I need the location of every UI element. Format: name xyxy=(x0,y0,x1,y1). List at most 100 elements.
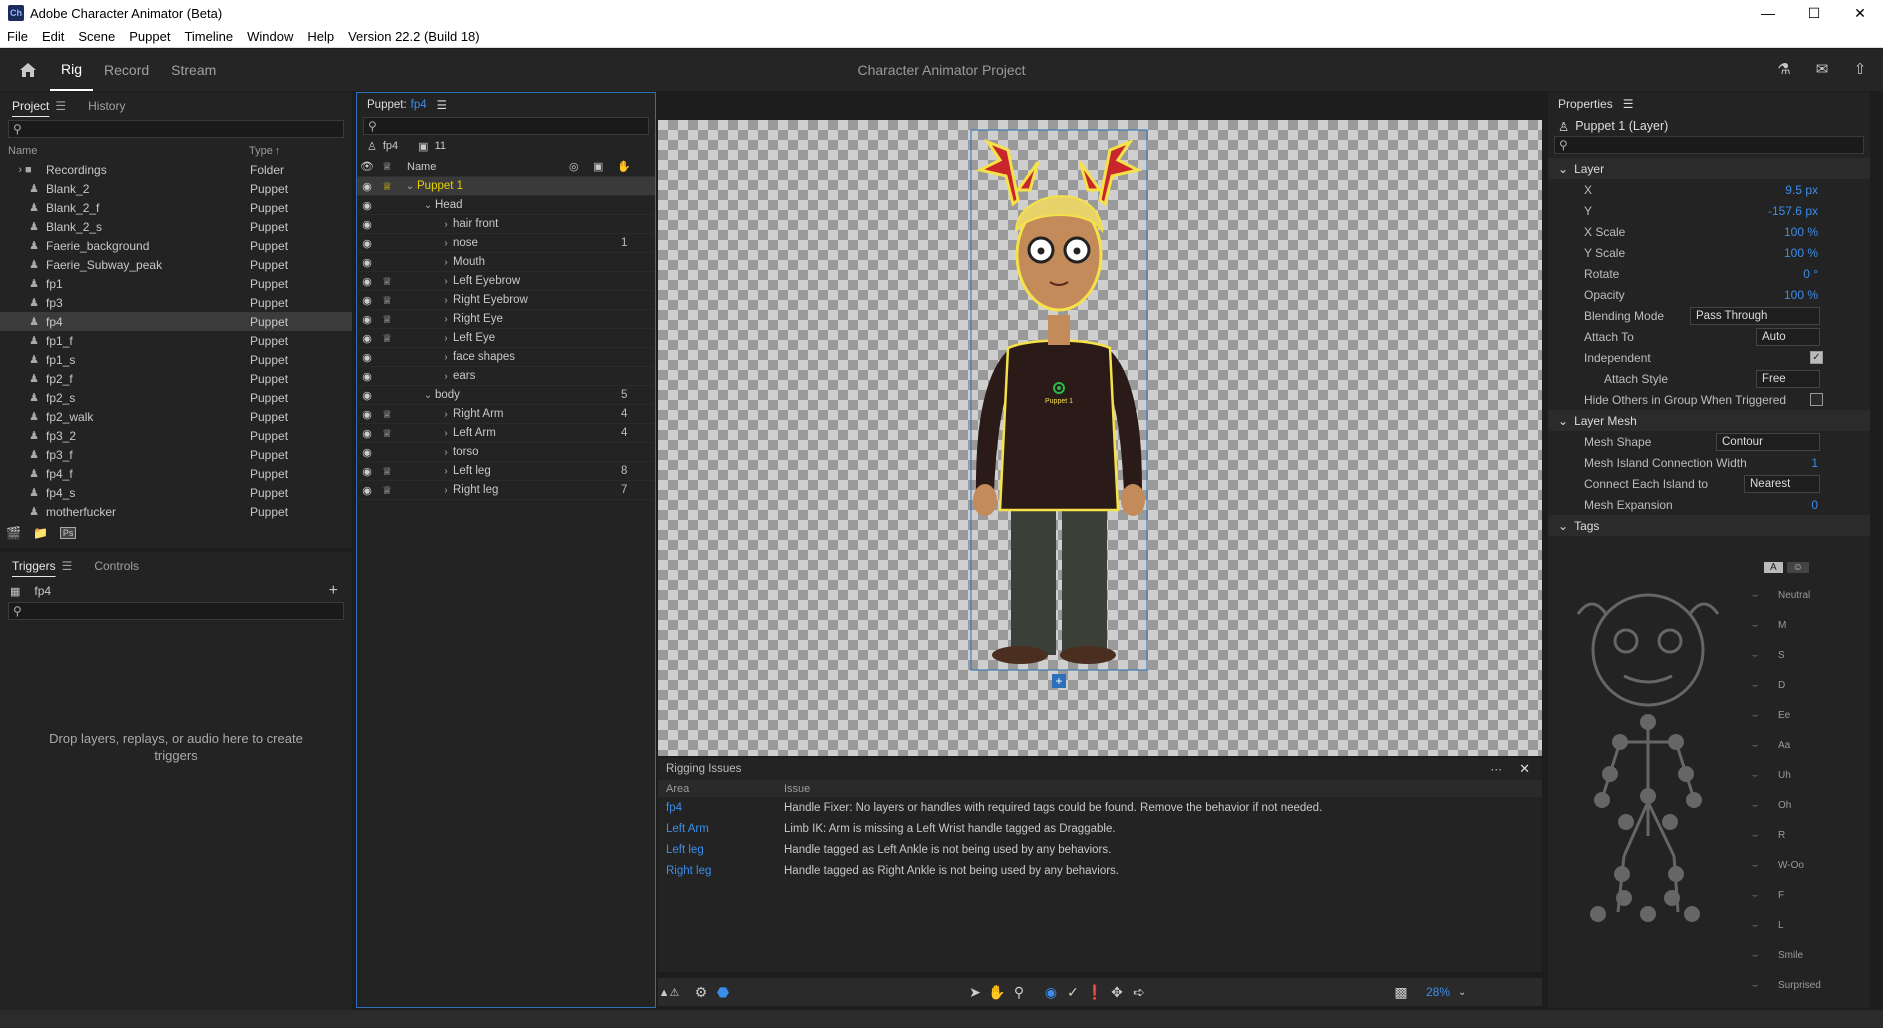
list-item[interactable]: ♟ Blank_2_s Puppet xyxy=(0,217,352,236)
list-item[interactable]: ♟ fp1_f Puppet xyxy=(0,331,352,350)
chevron-right-icon[interactable]: › xyxy=(439,485,453,496)
section-tags[interactable]: ⌄ Tags xyxy=(1548,515,1870,536)
mesh-shape-select[interactable]: Contour xyxy=(1716,433,1820,451)
eye-icon[interactable]: ◉ xyxy=(357,484,377,497)
chevron-right-icon[interactable]: › xyxy=(439,295,453,306)
tag-item[interactable]: ⌣ L xyxy=(1742,920,1784,931)
menu-icon[interactable]: ☰ xyxy=(1623,97,1634,111)
list-item[interactable]: ♟ fp3 Puppet xyxy=(0,293,352,312)
connect-select[interactable]: Nearest xyxy=(1744,475,1820,493)
menu-timeline[interactable]: Timeline xyxy=(177,29,240,44)
eye-icon[interactable]: ◉ xyxy=(357,218,377,231)
crown-icon[interactable]: ♕ xyxy=(377,275,397,288)
eye-icon[interactable]: ◉ xyxy=(357,199,377,212)
menu-help[interactable]: Help xyxy=(300,29,341,44)
tag-item[interactable]: ⌣ F xyxy=(1742,890,1784,901)
blending-mode-select[interactable]: Pass Through xyxy=(1690,307,1820,325)
photoshop-icon[interactable]: Ps xyxy=(59,527,77,539)
eye-icon[interactable]: ◉ xyxy=(357,294,377,307)
puppet-panel-name[interactable]: fp4 xyxy=(411,99,427,111)
prop-y-value[interactable]: -157.6 px xyxy=(1768,204,1818,218)
menu-file[interactable]: File xyxy=(0,29,35,44)
list-item[interactable]: ♟ fp1_s Puppet xyxy=(0,350,352,369)
layer-row[interactable]: ◉ ♕ › Right Arm 4 xyxy=(357,405,655,424)
layer-row[interactable]: ◉ › torso xyxy=(357,443,655,462)
eye-icon[interactable]: ◉ xyxy=(357,275,377,288)
puppet-search-input[interactable]: ⚲ xyxy=(363,117,649,135)
select-tool-icon[interactable]: ➤ xyxy=(964,984,986,1001)
tab-controls[interactable]: Controls xyxy=(94,559,139,573)
list-item[interactable]: ♟ fp2_f Puppet xyxy=(0,369,352,388)
crown-icon[interactable]: ♕ xyxy=(377,180,397,193)
eye-icon[interactable]: ◉ xyxy=(357,180,377,193)
folder-icon[interactable]: 📁 xyxy=(33,526,48,540)
crown-icon[interactable]: ♕ xyxy=(377,408,397,421)
zoom-tool-icon[interactable]: ⚲ xyxy=(1008,984,1030,1001)
menu-icon[interactable]: ☰ xyxy=(62,559,73,573)
issue-area-link[interactable]: Left leg xyxy=(658,844,784,856)
crown-icon[interactable]: ♕ xyxy=(377,427,397,440)
tag-visual-toggle[interactable]: ☺ xyxy=(1786,562,1809,573)
tag-text-toggle[interactable]: A xyxy=(1764,562,1783,573)
tab-history[interactable]: History xyxy=(88,99,125,113)
prop-x-value[interactable]: 9.5 px xyxy=(1785,183,1818,197)
prop-rotate-value[interactable]: 0 ° xyxy=(1803,267,1818,281)
chevron-down-icon[interactable]: ⌄ xyxy=(421,200,435,211)
layer-row[interactable]: ◉ ♕ › Right leg 7 xyxy=(357,481,655,500)
layer-row[interactable]: ◉ ♕ ⌄ Puppet 1 xyxy=(357,177,655,196)
hide-others-checkbox[interactable] xyxy=(1810,393,1823,406)
maximize-icon[interactable]: ☐ xyxy=(1791,0,1837,26)
list-item[interactable]: ♟ fp1 Puppet xyxy=(0,274,352,293)
more-icon[interactable]: ⋯ xyxy=(1491,762,1503,776)
project-search-input[interactable]: ⚲ xyxy=(8,120,344,138)
col-name[interactable]: Name xyxy=(8,145,249,157)
attach-to-select[interactable]: Auto xyxy=(1756,328,1820,346)
eye-icon[interactable]: ◉ xyxy=(357,408,377,421)
chevron-right-icon[interactable]: › xyxy=(439,352,453,363)
issue-row[interactable]: Left Arm Limb IK: Arm is missing a Left W… xyxy=(658,818,1542,839)
zoom-level[interactable]: 28% xyxy=(1426,985,1450,999)
menu-puppet[interactable]: Puppet xyxy=(122,29,177,44)
menu-window[interactable]: Window xyxy=(240,29,300,44)
prop-yscale-value[interactable]: 100 % xyxy=(1784,246,1818,260)
layer-row[interactable]: ◉ ♕ › Right Eyebrow xyxy=(357,291,655,310)
stick-tool-icon[interactable]: ❗ xyxy=(1084,984,1106,1001)
close-window-icon[interactable]: ✕ xyxy=(1837,0,1883,26)
chevron-down-icon[interactable]: ⌄ xyxy=(403,181,417,192)
dangle-tool-icon[interactable]: ➪ xyxy=(1128,984,1150,1001)
tag-item[interactable]: ⌣ Neutral xyxy=(1742,590,1811,601)
eye-icon[interactable]: ◉ xyxy=(357,256,377,269)
menu-icon[interactable]: ☰ xyxy=(55,99,66,113)
section-layer[interactable]: ⌄ Layer xyxy=(1548,158,1870,179)
layer-row[interactable]: ◉ ⌄ Head xyxy=(357,196,655,215)
list-item[interactable]: ♟ fp3_f Puppet xyxy=(0,445,352,464)
prop-island-value[interactable]: 1 xyxy=(1811,456,1818,470)
chevron-right-icon[interactable]: › xyxy=(439,238,453,249)
chevron-right-icon[interactable]: › xyxy=(439,409,453,420)
issue-row[interactable]: Left leg Handle tagged as Left Ankle is n… xyxy=(658,839,1542,860)
layer-row[interactable]: ◉ ⌄ body 5 xyxy=(357,386,655,405)
prop-xscale-value[interactable]: 100 % xyxy=(1784,225,1818,239)
chevron-down-icon[interactable]: ⌄ xyxy=(421,390,435,401)
layer-row[interactable]: ◉ › ears xyxy=(357,367,655,386)
layer-row[interactable]: ◉ › hair front xyxy=(357,215,655,234)
new-scene-icon[interactable]: 🎬 xyxy=(6,526,21,540)
beaker-icon[interactable]: ⚗ xyxy=(1773,58,1795,80)
prop-expansion-value[interactable]: 0 xyxy=(1811,498,1818,512)
tag-item[interactable]: ⌣ Uh xyxy=(1742,770,1791,781)
eye-icon[interactable]: ◉ xyxy=(357,237,377,250)
chevron-right-icon[interactable]: › xyxy=(439,447,453,458)
layer-row[interactable]: ◉ › nose 1 xyxy=(357,234,655,253)
outline-icon[interactable]: ⬣ xyxy=(712,984,734,1001)
handle-tool-icon[interactable]: ✥ xyxy=(1106,984,1128,1001)
puppet-artwork[interactable]: Puppet 1 + xyxy=(658,120,1542,756)
issue-area-link[interactable]: Right leg xyxy=(658,865,784,877)
eye-icon[interactable]: ◉ xyxy=(357,465,377,478)
scene-canvas[interactable]: Puppet 1 + xyxy=(658,120,1542,756)
layer-row[interactable]: ◉ ♕ › Left leg 8 xyxy=(357,462,655,481)
eye-icon[interactable]: ◉ xyxy=(357,446,377,459)
list-item[interactable]: ♟ fp4_s Puppet xyxy=(0,483,352,502)
col-type[interactable]: Type xyxy=(249,145,273,157)
list-item[interactable]: › ■ Recordings Folder xyxy=(0,160,352,179)
tag-item[interactable]: ⌣ D xyxy=(1742,680,1786,691)
